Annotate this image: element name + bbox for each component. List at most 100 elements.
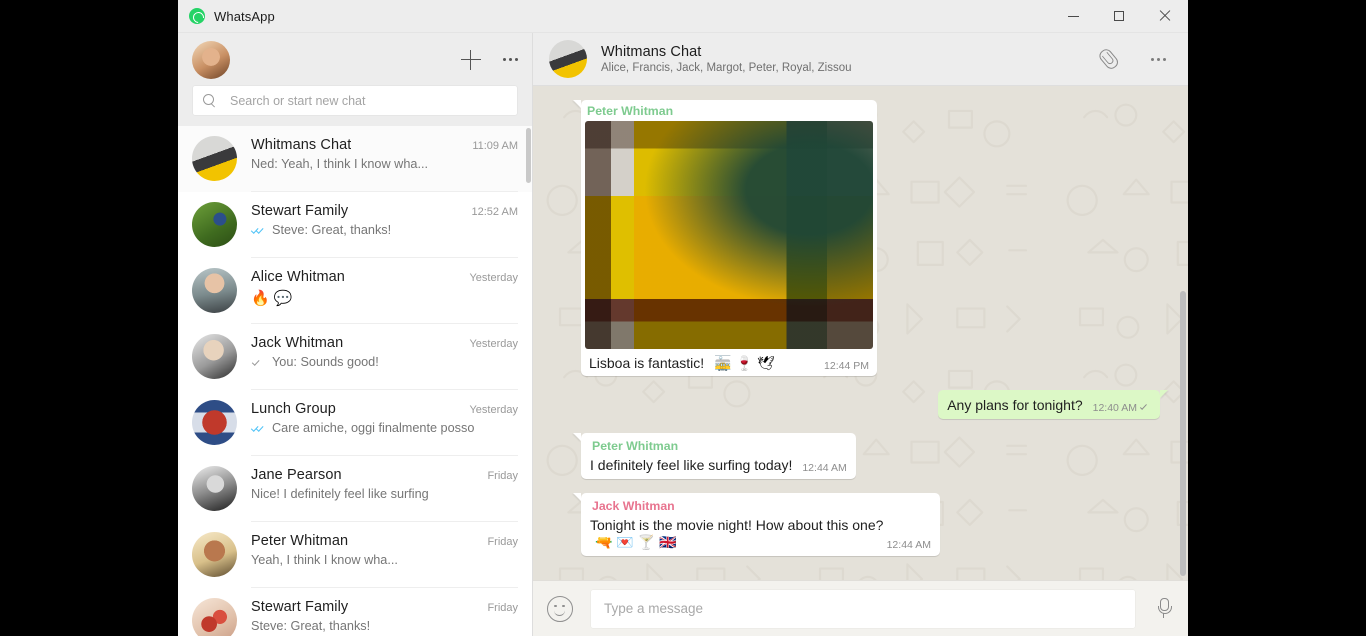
conversation-header[interactable]: Whitmans Chat Alice, Francis, Jack, Marg…: [533, 33, 1188, 86]
message-time: 12:40 AM: [1093, 402, 1137, 414]
chat-item-text: Whitmans Chat11:09 AMNed: Yeah, I think …: [251, 126, 518, 192]
message-time: 12:44 AM: [887, 539, 931, 551]
conversation-avatar[interactable]: [549, 40, 587, 78]
search-icon: [203, 94, 216, 107]
chat-list-scrollbar[interactable]: [526, 126, 531, 636]
close-button[interactable]: [1142, 0, 1188, 33]
maximize-icon: [1114, 11, 1124, 21]
chat-timestamp: Friday: [479, 536, 518, 548]
chat-item-text: Jane PearsonFridayNice! I definitely fee…: [251, 456, 518, 522]
chat-item-top-row: Lunch Group Yesterday: [251, 401, 518, 417]
sidebar-menu-button[interactable]: [503, 58, 518, 61]
attach-button[interactable]: [1099, 49, 1117, 69]
new-chat-button[interactable]: [461, 50, 481, 70]
sent-receipt-icon: [251, 357, 267, 368]
message-emoji: 🔫 💌 🍸 🇬🇧: [595, 534, 676, 551]
chat-avatar: [192, 598, 237, 636]
outgoing-message-bubble[interactable]: Any plans for tonight?12:40 AM: [938, 390, 1160, 419]
chat-item-text: Lunch Group Yesterday Care amiche, oggi fi…: [251, 390, 518, 456]
chat-preview: Yeah, I think I know wha...: [251, 553, 398, 567]
read-receipt-icon: [251, 423, 267, 434]
chat-list-item[interactable]: Stewart Family Friday Steve: Great, thanks…: [178, 588, 532, 636]
message-time: 12:44 PM: [824, 360, 869, 372]
maximize-button[interactable]: [1096, 0, 1142, 33]
minimize-button[interactable]: [1050, 0, 1096, 33]
conversation-menu-button[interactable]: [1151, 58, 1166, 61]
chat-name: Lunch Group: [251, 401, 336, 417]
chat-list-item[interactable]: Stewart Family12:52 AM Steve: Great, than…: [178, 192, 532, 258]
chat-list-item[interactable]: Alice WhitmanYesterday 🔥 💬: [178, 258, 532, 324]
message-photo[interactable]: [585, 121, 873, 349]
chat-preview: Nice! I definitely feel like surfing: [251, 487, 429, 501]
incoming-message-bubble[interactable]: Peter WhitmanI definitely feel like surf…: [581, 433, 856, 479]
chat-avatar: [192, 334, 237, 379]
whatsapp-window: WhatsApp: [178, 0, 1188, 636]
chat-avatar: [192, 136, 237, 181]
message-emoji: 🚋 🍷 🕊: [714, 355, 774, 372]
chat-preview: Care amiche, oggi finalmente posso: [272, 421, 474, 435]
chat-list-scroll-thumb[interactable]: [526, 128, 531, 183]
message-body: Tonight is the movie night! How about th…: [590, 516, 931, 551]
smiley-icon[interactable]: [547, 596, 573, 622]
paperclip-icon: [1094, 46, 1121, 73]
message-body: I definitely feel like surfing today!12:…: [590, 456, 847, 474]
message-area: Peter WhitmanLisboa is fantastic!🚋 🍷 🕊12…: [533, 86, 1188, 580]
message-caption-row: Lisboa is fantastic!🚋 🍷 🕊12:44 PM: [585, 349, 873, 374]
chat-item-text: Alice WhitmanYesterday 🔥 💬: [251, 258, 518, 324]
profile-avatar[interactable]: [192, 41, 230, 79]
message-meta: 12:40 AM: [1083, 402, 1151, 414]
chat-list-item[interactable]: Jack WhitmanYesterdayYou: Sounds good!: [178, 324, 532, 390]
message-text: Tonight is the movie night! How about th…: [590, 516, 883, 534]
more-options-icon: [1151, 58, 1166, 61]
chat-timestamp: Friday: [479, 602, 518, 614]
chat-item-bottom-row: Nice! I definitely feel like surfing: [251, 487, 518, 501]
message-row: Peter WhitmanI definitely feel like surf…: [581, 433, 1160, 479]
chat-list-item[interactable]: Jane PearsonFridayNice! I definitely fee…: [178, 456, 532, 522]
chat-item-top-row: Alice WhitmanYesterday: [251, 269, 518, 285]
conversation-title: Whitmans Chat: [601, 44, 852, 60]
chat-avatar: [192, 202, 237, 247]
chat-name: Stewart Family: [251, 599, 348, 615]
search-box[interactable]: [193, 86, 517, 115]
conversation-header-actions: [1099, 49, 1166, 69]
app-title: WhatsApp: [214, 9, 275, 24]
chat-list-item[interactable]: Whitmans Chat11:09 AMNed: Yeah, I think …: [178, 126, 532, 192]
chat-item-top-row: Whitmans Chat11:09 AM: [251, 137, 518, 153]
message-input[interactable]: [591, 590, 1135, 628]
incoming-message-bubble[interactable]: Jack Whitman Tonight is the movie night! …: [581, 493, 940, 556]
chat-item-top-row: Stewart Family12:52 AM: [251, 203, 518, 219]
chat-preview: Steve: Great, thanks!: [272, 223, 391, 237]
chat-name: Stewart Family: [251, 203, 348, 219]
sidebar-header: [178, 33, 532, 86]
chat-item-bottom-row: Steve: Great, thanks!: [251, 619, 518, 633]
message-scroll-thumb[interactable]: [1180, 291, 1186, 576]
window-body: Whitmans Chat11:09 AMNed: Yeah, I think …: [178, 33, 1188, 636]
chat-avatar: [192, 532, 237, 577]
message-scrollbar[interactable]: [1180, 86, 1186, 580]
message-sender-name: Jack Whitman: [590, 499, 931, 513]
microphone-icon[interactable]: [1157, 598, 1170, 620]
chat-list-item[interactable]: Peter WhitmanFriday Yeah, I think I know …: [178, 522, 532, 588]
chat-timestamp: Yesterday: [461, 404, 518, 416]
chat-item-bottom-row: 🔥 💬: [251, 289, 518, 307]
chat-avatar: [192, 268, 237, 313]
incoming-message-bubble[interactable]: Peter WhitmanLisboa is fantastic!🚋 🍷 🕊12…: [581, 100, 877, 376]
message-body: Any plans for tonight?12:40 AM: [947, 396, 1151, 414]
chat-preview: Steve: Great, thanks!: [251, 619, 370, 633]
chat-list-item[interactable]: Lunch Group Yesterday Care amiche, oggi fi…: [178, 390, 532, 456]
chat-name: Jane Pearson: [251, 467, 342, 483]
search-input[interactable]: [230, 94, 507, 108]
read-receipt-icon: [251, 225, 267, 236]
chat-item-top-row: Peter WhitmanFriday: [251, 533, 518, 549]
chat-item-top-row: Jack WhitmanYesterday: [251, 335, 518, 351]
chat-item-bottom-row: Care amiche, oggi finalmente posso: [251, 421, 518, 435]
close-icon: [1159, 10, 1171, 22]
window-controls: [1050, 0, 1188, 33]
plus-icon: [461, 50, 481, 70]
more-options-icon: [503, 58, 518, 61]
message-row: Any plans for tonight?12:40 AM: [581, 390, 1160, 419]
title-bar: WhatsApp: [178, 0, 1188, 33]
chat-name: Whitmans Chat: [251, 137, 351, 153]
chat-list[interactable]: Whitmans Chat11:09 AMNed: Yeah, I think …: [178, 126, 532, 636]
conversation-panel: Whitmans Chat Alice, Francis, Jack, Marg…: [533, 33, 1188, 636]
